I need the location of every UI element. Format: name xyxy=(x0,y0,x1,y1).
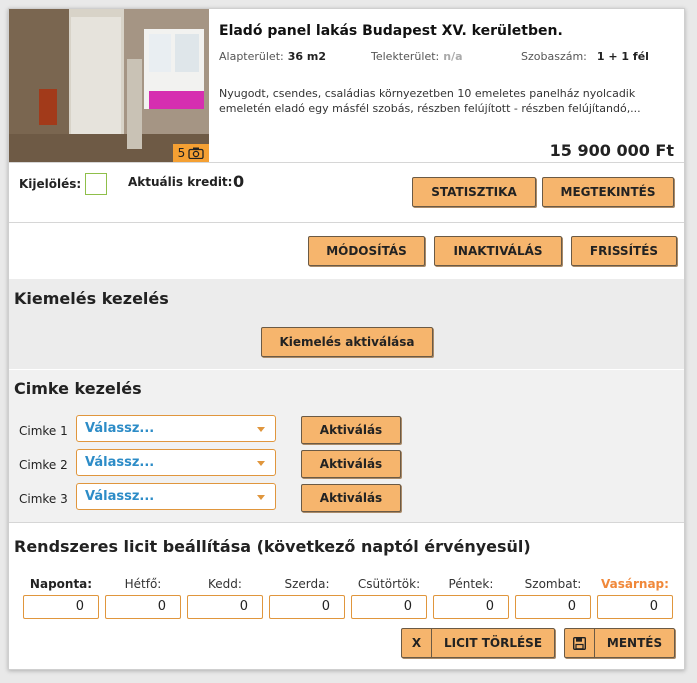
statistics-button[interactable]: STATISZTIKA xyxy=(412,177,536,207)
area-value: 36 m2 xyxy=(287,50,326,63)
day-label-thursday: Csütörtök: xyxy=(357,577,421,591)
day-label-wednesday: Szerda: xyxy=(284,577,330,591)
highlight-title: Kiemelés kezelés xyxy=(14,289,169,308)
save-button[interactable]: MENTÉS xyxy=(564,628,675,658)
modify-button[interactable]: MÓDOSÍTÁS xyxy=(308,236,425,266)
tag-1-select-value: Válassz... xyxy=(85,421,155,436)
tag-3-activate-button[interactable]: Aktiválás xyxy=(301,484,401,512)
bid-input-friday[interactable]: 0 xyxy=(433,595,509,619)
select-checkbox[interactable] xyxy=(85,173,107,195)
listing-photo[interactable]: 5 xyxy=(9,9,209,162)
apartment-photo-image xyxy=(9,9,209,162)
day-label-monday: Hétfő: xyxy=(124,577,162,591)
tag-3-select-value: Válassz... xyxy=(85,489,155,504)
bid-input-sunday[interactable]: 0 xyxy=(597,595,673,619)
tag-1-select[interactable]: Válassz... xyxy=(76,415,276,442)
day-label-friday: Péntek: xyxy=(448,577,494,591)
plot-value: n/a xyxy=(443,50,463,63)
plot-label: Telekterület: xyxy=(371,50,440,63)
tag-1-activate-button[interactable]: Aktiválás xyxy=(301,416,401,444)
bid-input-daily[interactable]: 0 xyxy=(23,595,99,619)
bid-input-tuesday[interactable]: 0 xyxy=(187,595,263,619)
deactivate-button[interactable]: INAKTIVÁLÁS xyxy=(434,236,562,266)
close-icon: X xyxy=(402,629,432,657)
listing-title[interactable]: Eladó panel lakás Budapest XV. kerületbe… xyxy=(219,23,563,39)
listing-price: 15 900 000 Ft xyxy=(549,141,674,160)
camera-icon xyxy=(188,147,205,159)
bid-input-wednesday[interactable]: 0 xyxy=(269,595,345,619)
select-label: Kijelölés: xyxy=(19,177,82,191)
bid-input-saturday[interactable]: 0 xyxy=(515,595,591,619)
day-label-saturday: Szombat: xyxy=(524,577,582,591)
photo-count: 5 xyxy=(177,146,186,160)
divider xyxy=(9,522,684,523)
divider xyxy=(9,162,684,163)
area-label: Alapterület: xyxy=(219,50,284,63)
tag-2-label: Cimke 2 xyxy=(19,458,68,472)
tag-2-select[interactable]: Válassz... xyxy=(76,449,276,476)
day-label-tuesday: Kedd: xyxy=(208,577,242,591)
chevron-down-icon xyxy=(257,495,265,500)
listing-card: 5 Eladó panel lakás Budapest XV. kerület… xyxy=(8,8,685,670)
rooms-label: Szobaszám: xyxy=(521,50,587,63)
tag-1-label: Cimke 1 xyxy=(19,424,68,438)
rooms-meta: Szobaszám: 1 + 1 fél xyxy=(521,50,649,63)
view-button[interactable]: MEGTEKINTÉS xyxy=(542,177,674,207)
save-label: MENTÉS xyxy=(606,636,663,650)
listing-description: Nyugodt, csendes, családias környezetben… xyxy=(219,87,641,115)
tag-3-label: Cimke 3 xyxy=(19,492,68,506)
photo-count-badge[interactable]: 5 xyxy=(173,144,209,162)
plot-meta: Telekterület: n/a xyxy=(371,50,463,63)
chevron-down-icon xyxy=(257,461,265,466)
bid-input-thursday[interactable]: 0 xyxy=(351,595,427,619)
highlight-activate-button[interactable]: Kiemelés aktiválása xyxy=(261,327,433,357)
chevron-down-icon xyxy=(257,427,265,432)
tags-section: Cimke kezelés Cimke 1 Válassz... Aktivál… xyxy=(9,370,684,522)
tag-3-select[interactable]: Válassz... xyxy=(76,483,276,510)
delete-bid-label: LICIT TÖRLÉSE xyxy=(443,636,543,650)
save-icon xyxy=(565,629,595,657)
bid-input-monday[interactable]: 0 xyxy=(105,595,181,619)
credit-label: Aktuális kredit: xyxy=(128,175,233,189)
tags-title: Cimke kezelés xyxy=(14,379,142,398)
highlight-section: Kiemelés kezelés Kiemelés aktiválása xyxy=(9,279,684,369)
bidding-title: Rendszeres licit beállítása (következő n… xyxy=(14,537,531,556)
tag-2-activate-button[interactable]: Aktiválás xyxy=(301,450,401,478)
area-meta: Alapterület: 36 m2 xyxy=(219,50,326,63)
day-label-sunday: Vasárnap: xyxy=(601,577,669,591)
delete-bid-button[interactable]: X LICIT TÖRLÉSE xyxy=(401,628,555,658)
divider xyxy=(9,222,684,223)
credit-value: 0 xyxy=(233,172,245,191)
day-label-daily: Naponta: xyxy=(29,577,93,591)
refresh-button[interactable]: FRISSÍTÉS xyxy=(571,236,677,266)
tag-2-select-value: Válassz... xyxy=(85,455,155,470)
rooms-value: 1 + 1 fél xyxy=(596,50,649,63)
